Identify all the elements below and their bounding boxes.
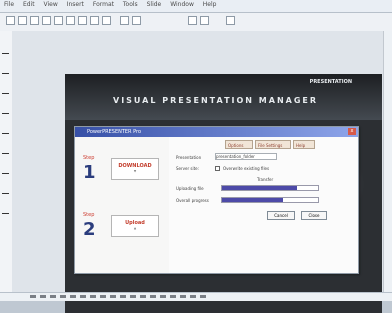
print-icon[interactable] [42, 16, 51, 25]
step-two-number: 2 [83, 219, 96, 240]
upload-progress-bar [221, 185, 319, 191]
ruler-tick [2, 73, 9, 74]
undo-icon[interactable] [90, 16, 99, 25]
menu-edit[interactable]: Edit [23, 1, 35, 8]
presentation-application: File Edit View Insert Format Tools Slide… [0, 0, 392, 313]
overwrite-checkbox[interactable] [215, 166, 220, 171]
ruler-tick [2, 153, 9, 154]
chart-icon[interactable] [120, 16, 129, 25]
ruler-tick [2, 133, 9, 134]
menu-bar: File Edit View Insert Format Tools Slide… [0, 0, 392, 13]
close-button[interactable]: Close [301, 211, 327, 220]
menu-view[interactable]: View [44, 1, 58, 8]
right-scrollbar[interactable] [383, 31, 392, 301]
presentation-label: Presentation [176, 155, 202, 160]
toolbar [0, 13, 392, 32]
copy-icon[interactable] [66, 16, 75, 25]
menu-file[interactable]: File [4, 1, 14, 8]
server-site-label: Server site: [176, 166, 199, 171]
menu-format[interactable]: Format [93, 1, 114, 8]
menu-items: File Edit View Insert Format Tools Slide… [4, 1, 223, 8]
step-one-label: Step [83, 155, 95, 161]
open-folder-icon[interactable] [18, 16, 27, 25]
settings-panel: Options File Settings Help Presentation … [169, 137, 358, 273]
ruler-tick [2, 173, 9, 174]
presentation-dialog: PowerPRESENTER Pro x Step 1 DOWNLOAD ▼ S… [74, 126, 359, 274]
slide-title: VISUAL PRESENTATION MANAGER [113, 96, 319, 105]
status-indicators [30, 295, 210, 298]
upload-progress-fill [222, 186, 297, 190]
zoom-icon[interactable] [188, 16, 197, 25]
step-one-number: 1 [83, 162, 96, 183]
overall-progress-fill [222, 198, 284, 202]
upload-icon: ▲ [133, 226, 137, 230]
download-icon: ▼ [133, 169, 137, 173]
tab-file-settings[interactable]: File Settings [255, 140, 291, 149]
upload-progress-label: Uploading file [176, 186, 204, 191]
presentation-value: presentation_folder [216, 154, 255, 159]
workspace: PRESENTATION VISUAL PRESENTATION MANAGER… [12, 31, 392, 313]
download-button[interactable]: DOWNLOAD ▼ [111, 158, 159, 180]
steps-panel: Step 1 DOWNLOAD ▼ Step 2 Upload ▲ [75, 137, 169, 273]
transfer-section-label: Transfer [257, 177, 274, 182]
status-bar [0, 292, 392, 301]
menu-window[interactable]: Window [170, 1, 194, 8]
dialog-title: PowerPRESENTER Pro [75, 127, 358, 137]
cancel-button[interactable]: Cancel [267, 211, 295, 220]
menu-insert[interactable]: Insert [67, 1, 84, 8]
upload-button[interactable]: Upload ▲ [111, 215, 159, 237]
tab-options[interactable]: Options [225, 140, 253, 149]
menu-help[interactable]: Help [203, 1, 217, 8]
close-icon[interactable]: x [348, 128, 356, 135]
save-icon[interactable] [30, 16, 39, 25]
overall-progress-label: Overall progress [176, 198, 209, 203]
overwrite-label: Overwrite existing files [223, 166, 270, 171]
tab-strip: Options File Settings Help [181, 140, 350, 150]
paste-icon[interactable] [78, 16, 87, 25]
format-icon[interactable] [226, 16, 235, 25]
ruler-tick [2, 53, 9, 54]
redo-icon[interactable] [102, 16, 111, 25]
ruler-tick [2, 113, 9, 114]
help-icon[interactable] [200, 16, 209, 25]
step-two-label: Step [83, 212, 95, 218]
menu-slide[interactable]: Slide [147, 1, 162, 8]
slide-brand: PRESENTATION [309, 79, 352, 85]
new-file-icon[interactable] [6, 16, 15, 25]
tab-help[interactable]: Help [293, 140, 315, 149]
table-icon[interactable] [132, 16, 141, 25]
ruler-tick [2, 213, 9, 214]
overall-progress-bar [221, 197, 319, 203]
ruler-tick [2, 193, 9, 194]
menu-tools[interactable]: Tools [123, 1, 138, 8]
ruler-tick [2, 93, 9, 94]
cut-icon[interactable] [54, 16, 63, 25]
